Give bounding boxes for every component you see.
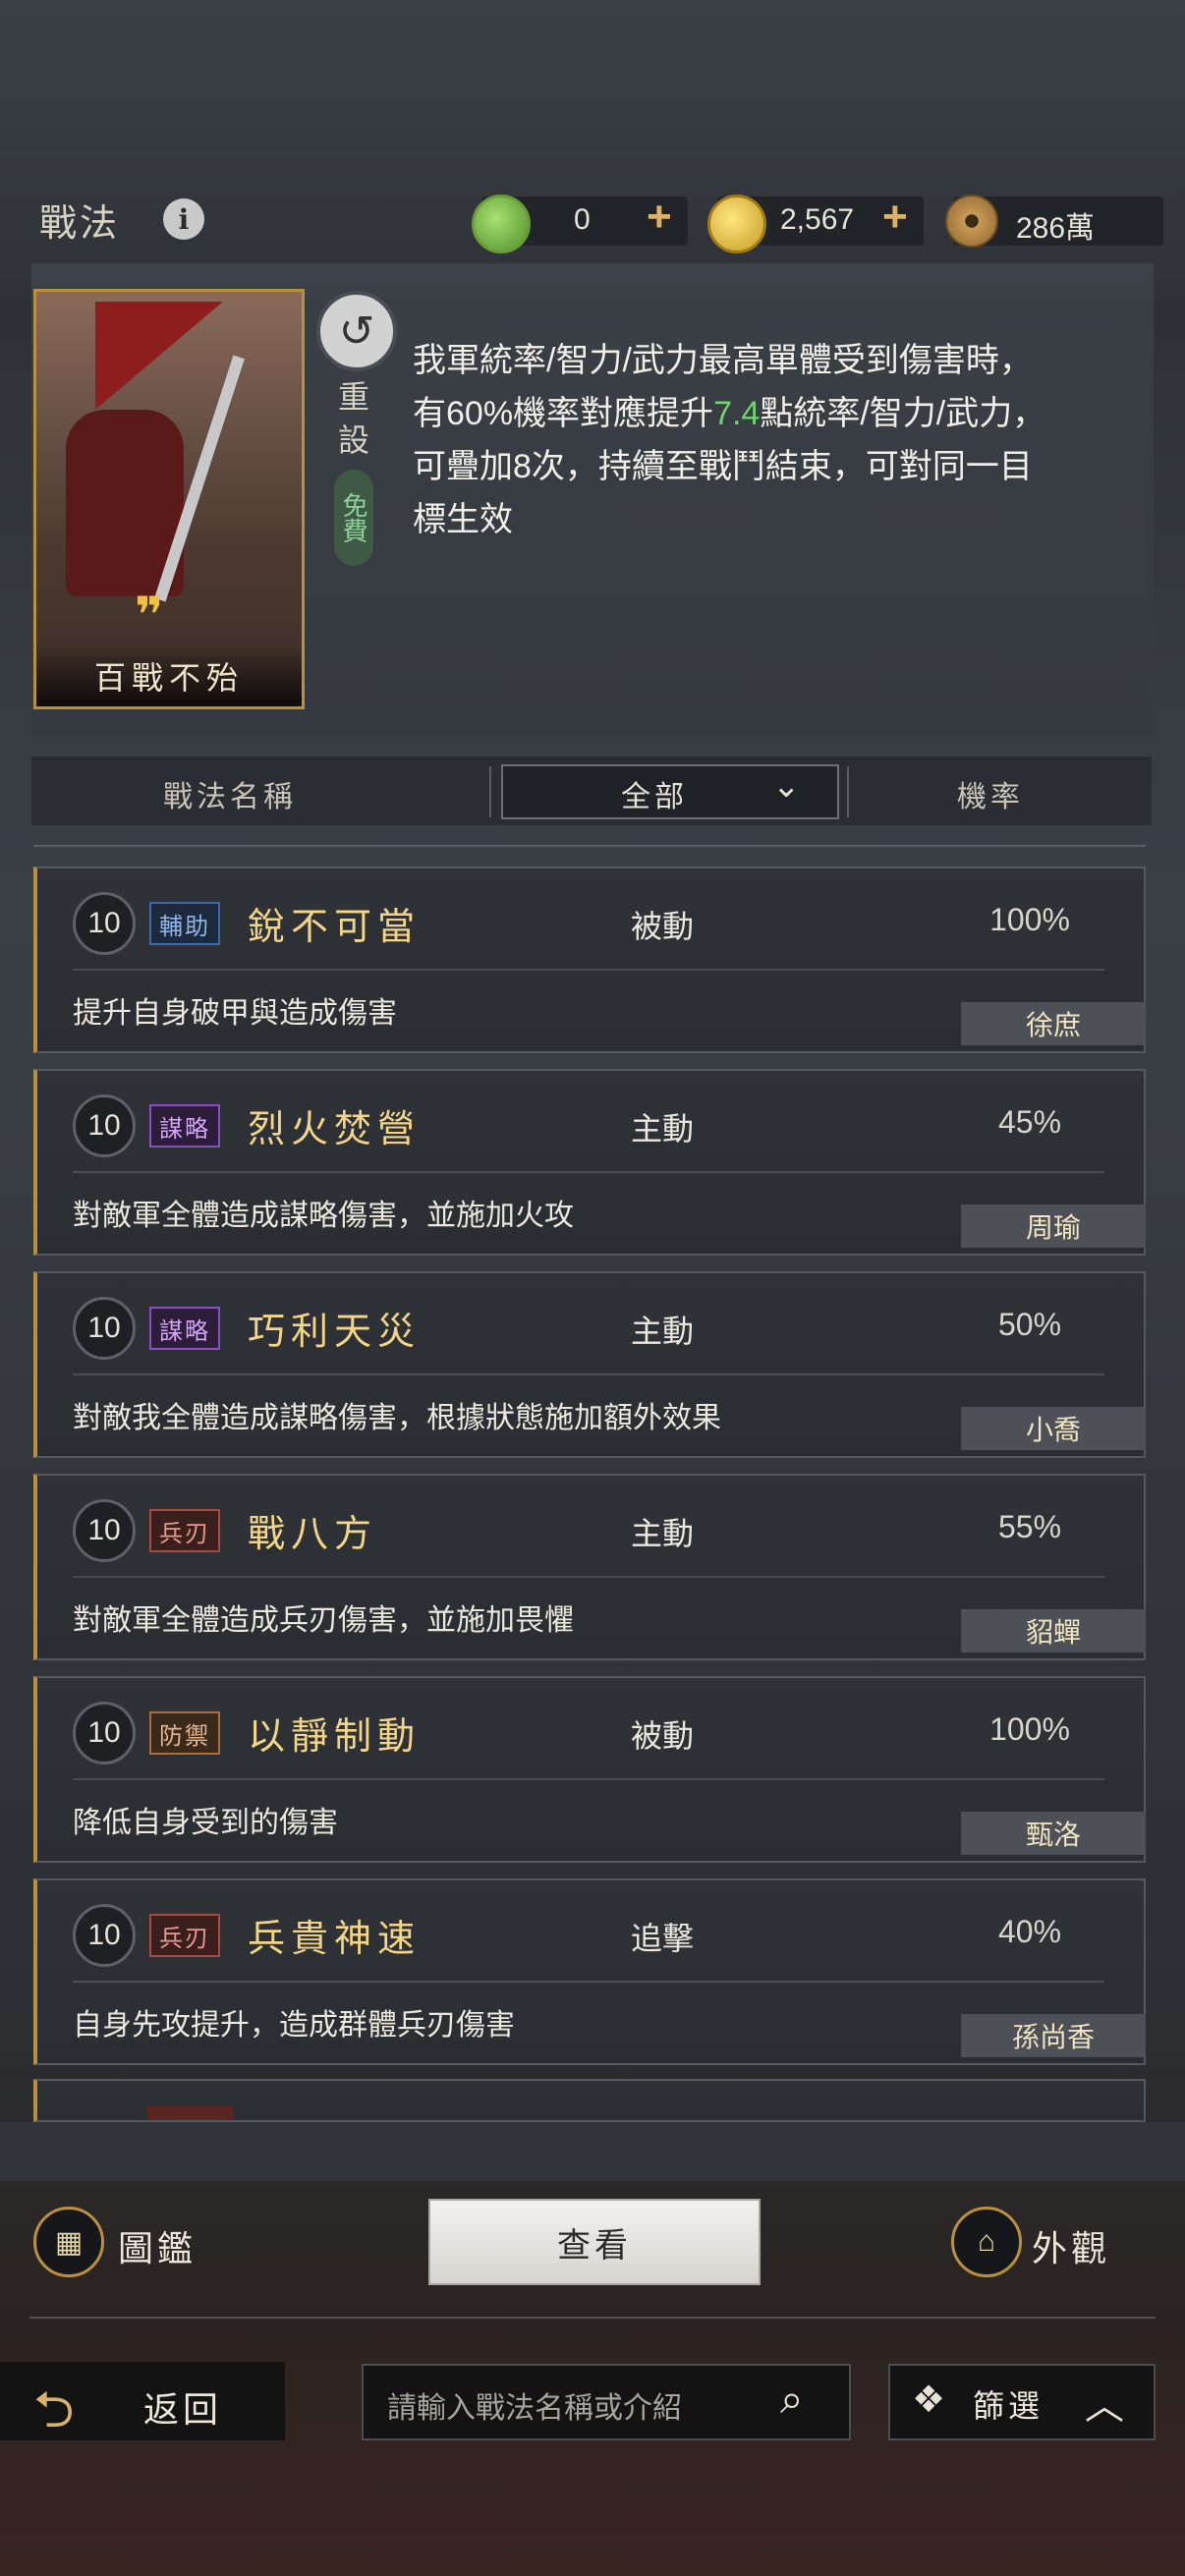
copper-coin-icon [945,195,998,248]
gold-value: 2,567 [780,203,855,236]
category-tag: 謀略 [149,1307,220,1350]
skill-desc: 提升自身破甲與造成傷害 [73,997,397,1030]
category-tag: 防禦 [149,1711,220,1755]
level-badge: 10 [73,1904,136,1967]
free-label: 免費 [339,492,368,543]
skill-name: 巧利天災 [248,1310,422,1353]
gold-coin-icon [707,195,766,253]
skill-desc: 降低自身受到的傷害 [73,1807,338,1839]
level-badge: 10 [73,1094,136,1157]
skill-rate: 50% [997,1307,1062,1342]
category-tag: 謀略 [149,1104,220,1148]
divider [73,1576,1104,1578]
skill-desc: 自身先攻提升，造成群體兵刃傷害 [73,2009,515,2042]
divider [847,766,849,817]
jade-plus-button[interactable]: + [647,193,672,242]
tag-partial [147,2106,234,2120]
skill-desc: 對敵我全體造成謀略傷害，根據狀態施加額外效果 [73,1402,721,1434]
skill-desc: 對敵軍全體造成謀略傷害，並施加火攻 [73,1200,574,1232]
hero-name-tag: 貂蟬 [961,1609,1146,1652]
codex-label[interactable]: 圖鑑 [118,2220,197,2271]
divider [73,1778,1104,1780]
category-tag: 兵刃 [149,1914,220,1957]
level-badge: 10 [73,1499,136,1562]
divider [73,969,1104,971]
hero-name-tag: 周瑜 [961,1204,1146,1248]
skill-name: 戰八方 [248,1512,378,1555]
hero-name-tag: 徐庶 [961,1002,1146,1045]
skill-card-name: 百戰不殆 [36,645,302,706]
list-item[interactable]: 10 輔助 銳不可當 被動 100% 提升自身破甲與造成傷害 徐庶 [33,867,1146,1053]
skill-name: 烈火焚營 [248,1107,422,1150]
reset-label[interactable]: 重設 [330,375,377,462]
desc-highlight: 7.4 [713,395,761,432]
list-item[interactable]: 10 謀略 烈火焚營 主動 45% 對敵軍全體造成謀略傷害，並施加火攻 周瑜 [33,1069,1146,1256]
category-tag: 輔助 [149,902,220,945]
list-item-partial[interactable] [33,2079,1146,2122]
page-title: 戰法 [39,201,121,245]
search-placeholder[interactable]: 請輸入戰法名稱或介紹 [387,2383,682,2427]
skill-type: 追擊 [631,1921,695,1956]
category-tag: 兵刃 [149,1509,220,1552]
hero-name-tag: 孫尚香 [961,2014,1146,2057]
appearance-label[interactable]: 外觀 [1032,2220,1110,2271]
hero-name-tag: 小喬 [961,1407,1146,1450]
jade-value: 0 [574,203,591,236]
filter-label[interactable]: 篩選 [973,2381,1044,2427]
divider [73,1171,1104,1173]
jade-coin-icon [472,195,531,253]
skill-rate: 40% [997,1914,1062,1949]
skill-name: 以靜制動 [248,1714,422,1758]
skill-card[interactable]: ❞ 百戰不殆 [33,289,305,709]
back-label[interactable]: 返回 [143,2381,222,2433]
free-badge: 免費 [334,470,373,566]
appearance-icon[interactable]: ⌂ [951,2207,1022,2277]
level-badge: 10 [73,1297,136,1360]
col-name-header: 戰法名稱 [163,781,297,813]
skill-type: 主動 [631,1516,695,1551]
divider [73,1373,1104,1375]
chevron-up-icon[interactable]: ︿ [1085,2374,1124,2431]
skill-name: 兵貴神速 [248,1917,422,1960]
list-item[interactable]: 10 謀略 巧利天災 主動 50% 對敵我全體造成謀略傷害，根據狀態施加額外效果 小喬 [33,1271,1146,1458]
skill-rate: 100% [989,1711,1070,1747]
chevron-down-icon[interactable]: ⌄ [772,766,801,806]
level-badge: 10 [73,892,136,955]
search-icon[interactable]: ⌕ [780,2376,804,2424]
skill-type: 主動 [631,1314,695,1349]
skill-description: 我軍統率/智力/武力最高單體受到傷害時，有60%機率對應提升7.4點統率/智力/… [413,334,1061,546]
skill-desc: 對敵軍全體造成兵刃傷害，並施加畏懼 [73,1604,574,1637]
hero-name-tag: 甄洛 [961,1812,1146,1855]
divider [489,766,491,817]
codex-icon[interactable]: ▦ [33,2207,104,2277]
skill-rate: 100% [989,902,1070,937]
list-item[interactable]: 10 防禦 以靜制動 被動 100% 降低自身受到的傷害 甄洛 [33,1676,1146,1863]
list-top-edge [33,845,1146,847]
skill-name: 銳不可當 [248,905,422,948]
level-badge: 10 [73,1702,136,1764]
skill-rate: 55% [997,1509,1062,1544]
copper-value: 286萬 [1016,212,1096,245]
quote-mark-icon: ❞ [135,588,164,643]
info-icon[interactable]: i [163,198,204,240]
back-arrow-icon[interactable]: ⮌ [33,2372,75,2459]
skill-type: 被動 [631,909,695,944]
divider [29,2317,1156,2319]
skill-rate: 45% [997,1104,1062,1140]
gold-plus-button[interactable]: + [882,193,908,242]
filter-value[interactable]: 全部 [621,772,688,815]
list-item[interactable]: 10 兵刃 戰八方 主動 55% 對敵軍全體造成兵刃傷害，並施加畏懼 貂蟬 [33,1474,1146,1660]
reset-icon[interactable]: ↺ [316,291,397,371]
col-rate-header: 機率 [957,781,1024,813]
list-fade [0,2122,1185,2181]
skill-type: 主動 [631,1111,695,1147]
list-item[interactable]: 10 兵刃 兵貴神速 追擊 40% 自身先攻提升，造成群體兵刃傷害 孫尚香 [33,1878,1146,2065]
flag-image [95,302,223,410]
view-button[interactable]: 查看 [428,2199,761,2285]
divider [73,1981,1104,1983]
skill-type: 被動 [631,1718,695,1754]
filter-diamond-icon[interactable]: ❖ [912,2378,945,2422]
